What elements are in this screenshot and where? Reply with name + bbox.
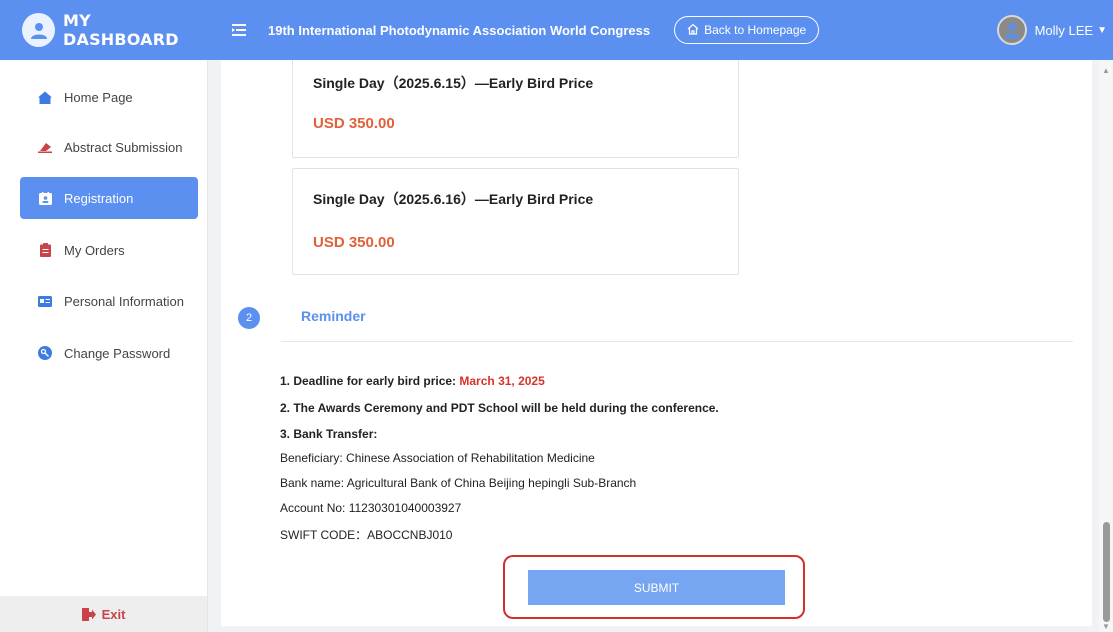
price-amount: USD 350.00 <box>313 115 395 132</box>
registration-icon <box>38 191 52 205</box>
conference-title: 19th International Photodynamic Associat… <box>268 22 651 38</box>
price-card[interactable]: Single Day（2025.6.15）—Early Bird Price U… <box>292 60 739 158</box>
swift-code-text: SWIFT CODE：ABOCCNBJ010 <box>280 528 453 542</box>
brand-avatar-icon <box>22 13 55 47</box>
exit-label: Exit <box>101 606 126 622</box>
sidebar-item-label: Home Page <box>64 89 133 105</box>
deadline-date: March 31, 2025 <box>459 374 545 388</box>
back-to-homepage-button[interactable]: Back to Homepage <box>674 16 820 44</box>
home-outline-icon <box>687 23 699 38</box>
deadline-label: 1. Deadline for early bird price: <box>280 374 460 388</box>
sidebar-item-label: Personal Information <box>64 293 184 309</box>
clipboard-icon <box>38 243 52 257</box>
divider <box>281 341 1073 342</box>
caret-down-icon: ▼ <box>1097 24 1107 36</box>
price-title: Single Day（2025.6.15）—Early Bird Price <box>313 75 594 91</box>
price-card[interactable]: Single Day（2025.6.16）—Early Bird Price U… <box>292 168 739 275</box>
user-name: Molly LEE <box>1034 22 1094 38</box>
home-icon <box>38 90 52 104</box>
submit-button[interactable]: SUBMIT <box>528 570 785 605</box>
exit-button[interactable]: Exit <box>0 596 207 632</box>
brand-title: MY DASHBOARD <box>63 11 179 49</box>
reminder-awards: 2. The Awards Ceremony and PDT School wi… <box>280 401 719 415</box>
id-card-icon <box>38 294 52 308</box>
sidebar-item-change-password[interactable]: Change Password <box>20 332 198 374</box>
sidebar-item-label: My Orders <box>64 242 125 258</box>
reminder-bank-transfer: 3. Bank Transfer: <box>280 427 378 441</box>
sidebar-item-registration[interactable]: Registration <box>20 177 198 219</box>
back-to-homepage-label: Back to Homepage <box>704 23 807 37</box>
user-menu[interactable]: Molly LEE ▼ <box>996 0 1107 60</box>
bank-name-text: Bank name: Agricultural Bank of China Be… <box>280 476 637 490</box>
scrollbar-thumb[interactable] <box>1103 522 1110 622</box>
key-icon <box>38 346 52 360</box>
menu-toggle-icon[interactable] <box>230 21 248 39</box>
brand[interactable]: MY DASHBOARD <box>0 0 208 60</box>
scroll-up-icon[interactable]: ▲ <box>1102 66 1110 75</box>
sidebar-item-label: Registration <box>64 190 134 206</box>
eraser-icon <box>38 140 52 154</box>
sidebar: Home Page Abstract Submission Registrati… <box>0 60 208 632</box>
beneficiary-text: Beneficiary: Chinese Association of Reha… <box>280 451 595 465</box>
reminder-deadline: 1. Deadline for early bird price: March … <box>280 374 545 388</box>
sidebar-item-my-orders[interactable]: My Orders <box>20 229 198 271</box>
user-avatar <box>996 15 1027 45</box>
exit-icon <box>81 607 96 621</box>
reminder-title: Reminder <box>301 308 366 324</box>
account-number-text: Account No: 11230301040003927 <box>280 501 462 515</box>
sidebar-item-home-page[interactable]: Home Page <box>20 76 198 118</box>
sidebar-item-personal-information[interactable]: Personal Information <box>20 280 198 322</box>
sidebar-item-abstract-submission[interactable]: Abstract Submission <box>20 126 198 168</box>
price-title: Single Day（2025.6.16）—Early Bird Price <box>313 191 594 207</box>
registration-panel: Single Day（2025.6.15）—Early Bird Price U… <box>221 60 1092 626</box>
sidebar-item-label: Abstract Submission <box>64 139 183 155</box>
price-amount: USD 350.00 <box>313 234 395 251</box>
step-badge: 2 <box>238 307 260 329</box>
top-header: MY DASHBOARD 19th International Photodyn… <box>0 0 1113 60</box>
sidebar-item-label: Change Password <box>64 345 171 361</box>
scroll-down-icon[interactable]: ▼ <box>1102 622 1110 631</box>
